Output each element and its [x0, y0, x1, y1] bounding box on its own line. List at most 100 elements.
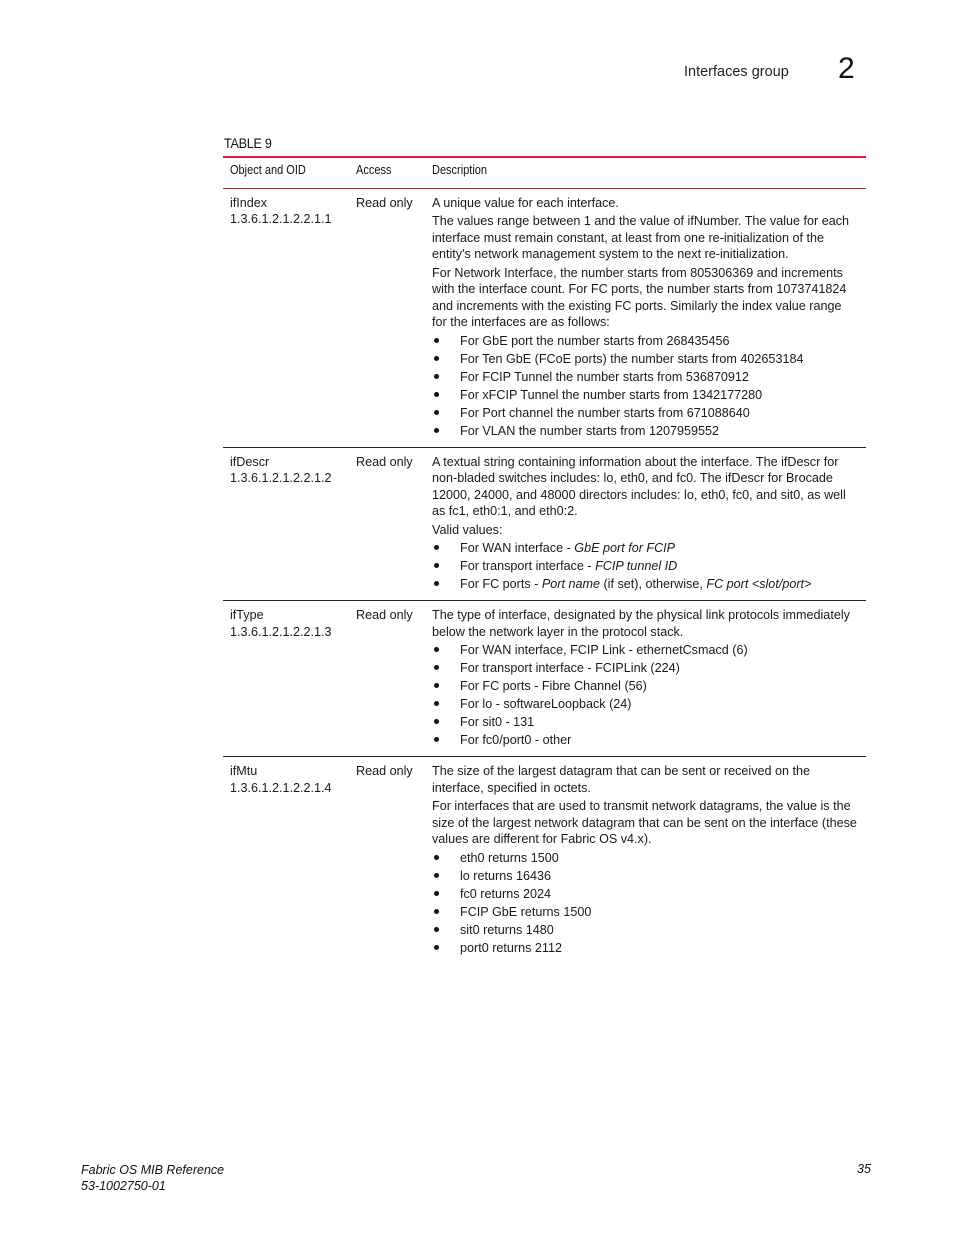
object-name: ifType: [230, 608, 264, 622]
column-header-access: Access: [349, 156, 425, 189]
list-item: For lo - softwareLoopback (24): [432, 696, 859, 713]
object-name: ifMtu: [230, 764, 258, 778]
table-row: ifIndex 1.3.6.1.2.1.2.2.1.1 Read only A …: [223, 188, 866, 448]
running-head: Interfaces group: [684, 64, 789, 80]
description-cell: The size of the largest datagram that ca…: [425, 757, 866, 964]
access-cell: Read only: [349, 600, 425, 757]
description-cell: A textual string containing information …: [425, 447, 866, 601]
list-item-text: For FC ports -: [460, 577, 542, 591]
list-item-text: For FC ports - Fibre Channel (56): [460, 679, 647, 693]
bullet-list: eth0 returns 1500 lo returns 16436 fc0 r…: [432, 850, 859, 957]
bullet-icon: [434, 854, 439, 860]
object-cell: ifDescr 1.3.6.1.2.1.2.2.1.2: [223, 447, 349, 601]
list-item-text: FCIP GbE returns 1500: [460, 904, 592, 919]
object-cell: ifIndex 1.3.6.1.2.1.2.2.1.1: [223, 188, 349, 448]
column-header-access-label: Access: [356, 163, 392, 177]
bullet-icon: [434, 409, 439, 415]
table-row: ifMtu 1.3.6.1.2.1.2.2.1.4 Read only The …: [223, 757, 866, 964]
description-paragraph: Valid values:: [432, 522, 503, 537]
list-item: For GbE port the number starts from 2684…: [432, 333, 859, 350]
footer-book-title: Fabric OS MIB Reference: [81, 1163, 225, 1177]
bullet-icon: [434, 545, 439, 550]
list-item: For VLAN the number starts from 12079595…: [432, 423, 859, 440]
object-oid: 1.3.6.1.2.1.2.2.1.1: [230, 212, 332, 226]
list-item-text: port0 returns 2112: [460, 940, 562, 955]
bullet-icon: [434, 926, 439, 932]
description-paragraph: The type of interface, designated by the…: [432, 608, 850, 639]
bullet-icon: [434, 872, 439, 878]
bullet-icon: [434, 391, 439, 397]
list-item: For FCIP Tunnel the number starts from 5…: [432, 369, 859, 386]
object-oid: 1.3.6.1.2.1.2.2.1.3: [230, 624, 332, 639]
list-item-text: For fc0/port0 - other: [460, 733, 572, 747]
column-header-object: Object and OID: [223, 156, 349, 189]
list-item: For transport interface - FCIP tunnel ID: [432, 558, 859, 575]
description-paragraph: A textual string containing information …: [432, 454, 846, 519]
list-item: port0 returns 2112: [432, 940, 859, 957]
mib-object-table: Object and OID Access Description ifInde…: [223, 156, 866, 964]
bullet-icon: [434, 427, 439, 433]
object-name: ifDescr: [230, 454, 270, 469]
bullet-icon: [434, 647, 439, 652]
bullet-icon: [434, 737, 439, 742]
footer-page-number: 35: [857, 1162, 871, 1176]
object-oid: 1.3.6.1.2.1.2.2.1.2: [230, 471, 332, 485]
column-header-object-label: Object and OID: [230, 163, 306, 177]
bullet-list: For WAN interface - GbE port for FCIP Fo…: [432, 540, 859, 593]
footer-document-info: Fabric OS MIB Reference 53-1002750-01: [81, 1162, 224, 1194]
bullet-icon: [434, 944, 439, 950]
column-header-description-label: Description: [432, 163, 488, 177]
table-caption: TABLE 9: [224, 135, 272, 151]
table-row: ifType 1.3.6.1.2.1.2.2.1.3 Read only The…: [223, 600, 866, 757]
object-cell: ifType 1.3.6.1.2.1.2.2.1.3: [223, 600, 349, 757]
list-item-text: For transport interface - FCIPLink (224): [460, 661, 680, 675]
description-cell: The type of interface, designated by the…: [425, 600, 866, 757]
list-item-text: lo returns 16436: [460, 868, 552, 883]
list-item: For transport interface - FCIPLink (224): [432, 660, 859, 677]
object-name: ifIndex: [230, 195, 268, 210]
list-item-text: (if set), otherwise,: [599, 577, 707, 591]
bullet-icon: [434, 908, 439, 914]
list-item: For sit0 - 131: [432, 714, 859, 731]
list-item-text: fc0 returns 2024: [460, 886, 552, 901]
column-header-description: Description: [425, 156, 866, 189]
bullet-icon: [434, 373, 439, 379]
list-item: For Ten GbE (FCoE ports) the number star…: [432, 351, 859, 368]
bullet-list: For GbE port the number starts from 2684…: [432, 333, 859, 440]
object-oid: 1.3.6.1.2.1.2.2.1.4: [230, 780, 332, 795]
bullet-icon: [434, 581, 439, 586]
description-paragraph: The size of the largest datagram that ca…: [432, 764, 811, 795]
bullet-icon: [434, 355, 439, 361]
list-item-italic-text: FCIP tunnel ID: [595, 559, 678, 573]
list-item-italic-text: GbE port for FCIP: [574, 541, 676, 555]
access-cell: Read only: [349, 447, 425, 601]
bullet-icon: [434, 701, 439, 706]
description-cell: A unique value for each interface. The v…: [425, 188, 866, 448]
list-item: For FC ports - Fibre Channel (56): [432, 678, 859, 695]
list-item-text: For GbE port the number starts from 2684…: [460, 333, 730, 348]
list-item-text: sit0 returns 1480: [460, 922, 554, 937]
list-item-text: For lo - softwareLoopback (24): [460, 697, 632, 711]
list-item-text: For FCIP Tunnel the number starts from 5…: [460, 369, 749, 384]
list-item: FCIP GbE returns 1500: [432, 904, 859, 921]
list-item-text: For transport interface -: [460, 559, 596, 573]
list-item-text: For sit0 - 131: [460, 715, 535, 729]
list-item-text: For xFCIP Tunnel the number starts from …: [460, 387, 763, 402]
bullet-icon: [434, 337, 439, 343]
list-item-text: For VLAN the number starts from 12079595…: [460, 423, 720, 438]
description-paragraph: For interfaces that are used to transmit…: [432, 799, 857, 846]
list-item: lo returns 16436: [432, 868, 859, 885]
chapter-number: 2: [838, 52, 855, 85]
footer-doc-number: 53-1002750-01: [81, 1179, 166, 1193]
list-item-italic-text: Port name: [541, 577, 600, 591]
description-paragraph: A unique value for each interface.: [432, 195, 619, 210]
list-item: eth0 returns 1500: [432, 850, 859, 867]
bullet-icon: [434, 665, 439, 670]
list-item: For fc0/port0 - other: [432, 732, 859, 749]
list-item-text: For WAN interface -: [460, 541, 575, 555]
bullet-icon: [434, 719, 439, 724]
bullet-icon: [434, 683, 439, 688]
bullet-icon: [434, 563, 439, 568]
list-item: For Port channel the number starts from …: [432, 405, 859, 422]
table-header-row: Object and OID Access Description: [223, 156, 866, 189]
